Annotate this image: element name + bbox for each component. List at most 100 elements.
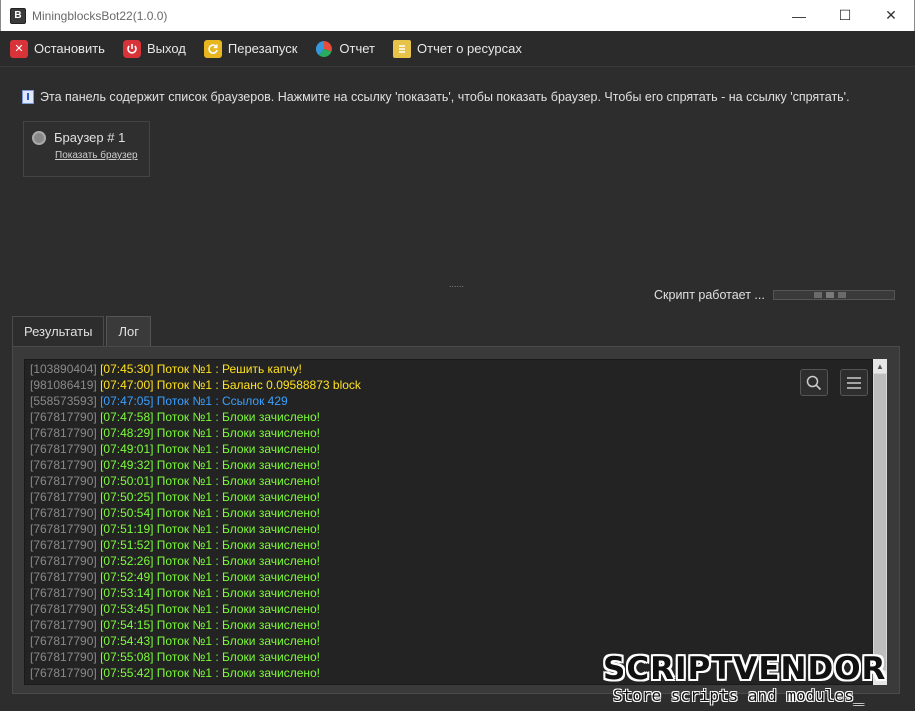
log-line-id: [767817790] (30, 602, 97, 616)
log-line-text: [07:50:01] Поток №1 : Блоки зачислено! (100, 474, 321, 488)
log-scrollbar[interactable]: ▲ ▼ (873, 359, 887, 685)
log-line-text: [07:47:58] Поток №1 : Блоки зачислено! (100, 410, 321, 424)
log-line-text: [07:52:49] Поток №1 : Блоки зачислено! (100, 570, 321, 584)
activity-indicator (772, 290, 895, 300)
log-line: [767817790] [07:49:32] Поток №1 : Блоки … (30, 457, 872, 473)
log-line: [767817790] [07:48:29] Поток №1 : Блоки … (30, 425, 872, 441)
stop-label: Остановить (34, 41, 105, 56)
log-line-id: [103890404] (30, 362, 97, 376)
info-icon (22, 90, 34, 104)
log-line-id: [767817790] (30, 650, 97, 664)
report-label: Отчет (339, 41, 375, 56)
exit-button[interactable]: Выход (122, 39, 186, 58)
log-line-text: [07:47:00] Поток №1 : Баланс 0.09588873 … (100, 378, 361, 392)
log-line: [103890404] [07:45:30] Поток №1 : Решить… (30, 361, 872, 377)
log-line: [767817790] [07:50:25] Поток №1 : Блоки … (30, 489, 872, 505)
watermark-tagline: Store scripts and modules_ (613, 686, 864, 705)
restart-button[interactable]: Перезапуск (203, 39, 298, 58)
log-line-text: [07:55:42] Поток №1 : Блоки зачислено! (100, 666, 321, 680)
log-line: [767817790] [07:52:49] Поток №1 : Блоки … (30, 569, 872, 585)
log-line-id: [767817790] (30, 538, 97, 552)
log-line-id: [767817790] (30, 506, 97, 520)
show-browser-link[interactable]: Показать браузер (55, 150, 141, 161)
watermark-logo: SCRIPTVENDOR (603, 651, 887, 687)
report-button[interactable]: Отчет (315, 40, 375, 58)
scroll-thumb[interactable] (874, 374, 886, 670)
hamburger-menu-icon (847, 376, 861, 389)
exit-label: Выход (146, 41, 186, 56)
log-line: [767817790] [07:53:45] Поток №1 : Блоки … (30, 601, 872, 617)
minimize-button[interactable]: — (776, 0, 822, 31)
restart-label: Перезапуск (227, 41, 298, 56)
log-line-text: [07:49:01] Поток №1 : Блоки зачислено! (100, 442, 321, 456)
maximize-button[interactable]: ☐ (822, 0, 868, 31)
log-line: [767817790] [07:47:58] Поток №1 : Блоки … (30, 409, 872, 425)
log-line-id: [767817790] (30, 442, 97, 456)
resource-report-button[interactable]: Отчет о ресурсах (393, 39, 522, 58)
log-line-text: [07:47:05] Поток №1 : Ссылок 429 (100, 394, 288, 408)
log-line: [767817790] [07:51:19] Поток №1 : Блоки … (30, 521, 872, 537)
browser-icon (32, 130, 46, 145)
log-line: [558573593] [07:47:05] Поток №1 : Ссылок… (30, 393, 872, 409)
browser-card: Браузер # 1 Показать браузер (23, 121, 150, 177)
search-icon (806, 375, 822, 390)
window-title: MiningblocksBot22(1.0.0) (32, 8, 168, 23)
log-line: [767817790] [07:49:01] Поток №1 : Блоки … (30, 441, 872, 457)
browser-name: Браузер # 1 (54, 130, 126, 145)
tab-results[interactable]: Результаты (12, 316, 105, 346)
info-message: Эта панель содержит список браузеров. На… (22, 90, 850, 104)
splitter-handle[interactable]: ...... (449, 279, 464, 289)
log-line: [767817790] [07:50:54] Поток №1 : Блоки … (30, 505, 872, 521)
app-icon: B (10, 7, 26, 24)
log-line-id: [767817790] (30, 554, 97, 568)
log-line-id: [767817790] (30, 586, 97, 600)
log-line-id: [767817790] (30, 490, 97, 504)
log-line-id: [767817790] (30, 474, 97, 488)
log-search-button[interactable] (800, 369, 828, 396)
log-line-id: [767817790] (30, 410, 97, 424)
log-line-text: [07:51:52] Поток №1 : Блоки зачислено! (100, 538, 321, 552)
log-output[interactable]: [103890404] [07:45:30] Поток №1 : Решить… (24, 359, 873, 685)
status-text: Скрипт работает ... (654, 288, 765, 302)
close-button[interactable]: ✕ (868, 0, 914, 31)
log-line-text: [07:48:29] Поток №1 : Блоки зачислено! (100, 426, 321, 440)
log-line-text: [07:51:19] Поток №1 : Блоки зачислено! (100, 522, 321, 536)
x-icon: ✕ (10, 39, 28, 58)
log-line: [767817790] [07:52:26] Поток №1 : Блоки … (30, 553, 872, 569)
log-line: [767817790] [07:50:01] Поток №1 : Блоки … (30, 473, 872, 489)
log-line-text: [07:45:30] Поток №1 : Решить капчу! (100, 362, 302, 376)
info-text: Эта панель содержит список браузеров. На… (40, 90, 850, 104)
log-line-text: [07:54:15] Поток №1 : Блоки зачислено! (100, 618, 321, 632)
log-line-id: [767817790] (30, 634, 97, 648)
toolbar: ✕ Остановить Выход Перезапуск Отчет Отче… (0, 31, 915, 67)
script-status: Скрипт работает ... (654, 288, 895, 302)
log-line: [767817790] [07:51:52] Поток №1 : Блоки … (30, 537, 872, 553)
log-line-id: [558573593] (30, 394, 97, 408)
tab-log[interactable]: Лог (106, 316, 151, 346)
log-line-text: [07:50:54] Поток №1 : Блоки зачислено! (100, 506, 321, 520)
scroll-up-arrow[interactable]: ▲ (873, 359, 887, 373)
log-line: [767817790] [07:54:15] Поток №1 : Блоки … (30, 617, 872, 633)
stop-button[interactable]: ✕ Остановить (10, 39, 105, 58)
log-line-id: [767817790] (30, 570, 97, 584)
log-line-text: [07:52:26] Поток №1 : Блоки зачислено! (100, 554, 321, 568)
log-line-text: [07:49:32] Поток №1 : Блоки зачислено! (100, 458, 321, 472)
title-bar: B MiningblocksBot22(1.0.0) — ☐ ✕ (0, 0, 915, 31)
log-line-text: [07:50:25] Поток №1 : Блоки зачислено! (100, 490, 321, 504)
log-line-id: [767817790] (30, 618, 97, 632)
pie-chart-icon (315, 40, 333, 58)
log-line-text: [07:53:14] Поток №1 : Блоки зачислено! (100, 586, 321, 600)
log-line-id: [981086419] (30, 378, 97, 392)
watermark: SCRIPTVENDOR Store scripts and modules_ (603, 654, 908, 708)
log-line-id: [767817790] (30, 426, 97, 440)
log-line: [981086419] [07:47:00] Поток №1 : Баланс… (30, 377, 872, 393)
log-line-text: [07:54:43] Поток №1 : Блоки зачислено! (100, 634, 321, 648)
power-icon (122, 39, 141, 58)
log-line-id: [767817790] (30, 666, 97, 680)
log-line: [767817790] [07:54:43] Поток №1 : Блоки … (30, 633, 872, 649)
resource-report-label: Отчет о ресурсах (417, 41, 522, 56)
log-line-text: [07:53:45] Поток №1 : Блоки зачислено! (100, 602, 321, 616)
tab-bar: Результаты Лог (12, 316, 153, 346)
log-menu-button[interactable] (840, 369, 868, 396)
log-line-id: [767817790] (30, 458, 97, 472)
